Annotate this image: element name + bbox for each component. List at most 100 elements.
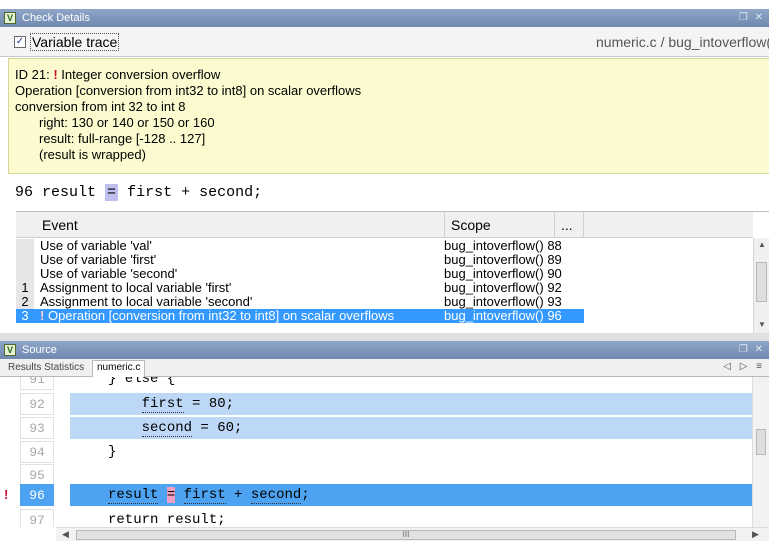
source-line-highlighted: 93 second = 60; — [0, 417, 769, 439]
source-line: 94 } — [0, 441, 769, 463]
source-line: 97 return result; — [0, 509, 769, 527]
scroll-down-icon[interactable]: ▼ — [758, 320, 766, 329]
message-operation: Operation [conversion from int32 to int8… — [15, 83, 362, 98]
scope-column-header[interactable]: Scope — [444, 212, 554, 238]
source-line: 95 — [0, 464, 769, 486]
message-wrapped: (result is wrapped) — [39, 147, 146, 162]
error-marker-icon[interactable]: ! — [4, 484, 8, 506]
source-line-current: ! 96 result = first + second; — [0, 484, 769, 506]
operator-highlight[interactable]: = — [166, 487, 176, 503]
line-code: second = 60; — [70, 417, 752, 439]
message-title: Integer conversion overflow — [61, 67, 221, 82]
row-scope: bug_intoverflow() 88 — [444, 238, 562, 253]
scroll-thumb[interactable] — [756, 262, 767, 302]
row-event-text: Operation [conversion from int32 to int8… — [47, 308, 395, 323]
row-number — [16, 253, 34, 267]
source-horizontal-scrollbar[interactable]: ◀ III ▶ — [56, 527, 769, 541]
file-path-label: numeric.c / bug_intoverflow( — [596, 34, 769, 50]
line-code: return result; — [108, 512, 226, 527]
source-title: Source — [22, 344, 57, 356]
check-details-panel-icon: V — [4, 12, 16, 24]
line-number: 93 — [20, 417, 54, 439]
row-scope: bug_intoverflow() 93 — [444, 294, 562, 309]
variable-second[interactable]: second — [141, 420, 193, 437]
check-details-title-bar: V Check Details ❐ ✕ — [0, 9, 769, 27]
message-id: ID 21: — [15, 67, 50, 82]
source-tab-bar: Results Statistics numeric.c ◁ ▷ ≡ — [0, 359, 769, 377]
line-number: 94 — [20, 441, 54, 463]
row-event: Use of variable 'val' — [40, 238, 152, 253]
check-details-window-controls[interactable]: ❐ ✕ — [739, 9, 765, 27]
row-scope: bug_intoverflow() 96 — [444, 308, 562, 323]
error-icon: ! — [40, 308, 45, 323]
message-conversion: conversion from int 32 to int 8 — [15, 99, 186, 114]
tab-numeric-c[interactable]: numeric.c — [92, 360, 146, 377]
source-line-highlighted: 92 first = 80; — [0, 393, 769, 415]
row-scope: bug_intoverflow() 89 — [444, 252, 562, 267]
table-row[interactable]: Use of variable 'first' bug_intoverflow(… — [16, 253, 584, 267]
variable-trace-checkbox[interactable]: ✓ — [14, 36, 26, 48]
source-window-controls[interactable]: ❐ ✕ — [739, 341, 765, 359]
tab-results-statistics[interactable]: Results Statistics — [8, 362, 84, 373]
message-right: right: 130 or 140 or 150 or 160 — [39, 115, 215, 130]
row-event: ! Operation [conversion from int32 to in… — [40, 309, 394, 323]
event-column-header[interactable]: Event — [42, 212, 78, 238]
row-event: Assignment to local variable 'first' — [40, 280, 232, 295]
variable-trace-label[interactable]: Variable trace — [30, 33, 120, 51]
line-number: 96 — [20, 484, 54, 506]
source-editor[interactable]: 91 } else { 92 first = 80; 93 second = 6… — [0, 377, 769, 527]
line-number: 91 — [20, 377, 54, 390]
event-table-header: Event Scope ... — [16, 212, 753, 238]
line-code: first = 80; — [70, 393, 752, 415]
row-scope: bug_intoverflow() 92 — [444, 280, 562, 295]
scroll-thumb[interactable] — [756, 429, 766, 455]
variable-trace-bar: ✓ Variable trace numeric.c / bug_intover… — [0, 27, 769, 57]
event-table: Event Scope ... Use of variable 'val' bu… — [16, 211, 769, 334]
variable-first[interactable]: first — [141, 396, 184, 413]
scroll-thumb[interactable]: III — [76, 530, 736, 540]
row-number — [16, 267, 34, 281]
code-operator-highlight: = — [105, 184, 119, 201]
row-event: Assignment to local variable 'second' — [40, 294, 253, 309]
variable-second[interactable]: second — [250, 487, 302, 504]
code-after: first + second; — [118, 184, 263, 201]
line-code: } else { — [108, 377, 176, 387]
row-number — [16, 239, 34, 253]
message-result: result: full-range [-128 .. 127] — [39, 131, 206, 146]
event-table-scrollbar[interactable]: ▲ ▼ — [753, 238, 769, 334]
check-details-title: Check Details — [22, 12, 90, 24]
check-message-box: ID 21: ! Integer conversion overflow Ope… — [8, 58, 769, 174]
line-number: 97 — [20, 509, 54, 527]
message-title-line: ID 21: ! Integer conversion overflow — [15, 67, 769, 83]
variable-result[interactable]: result — [108, 487, 159, 504]
table-row[interactable]: Use of variable 'second' bug_intoverflow… — [16, 267, 584, 281]
panel-splitter[interactable] — [0, 333, 769, 341]
more-column-header[interactable]: ... — [554, 212, 584, 238]
table-row[interactable]: 2 Assignment to local variable 'second' … — [16, 295, 584, 309]
line-number: 95 — [20, 464, 54, 486]
table-row[interactable]: 1 Assignment to local variable 'first' b… — [16, 281, 584, 295]
scroll-right-icon[interactable]: ▶ — [752, 529, 759, 540]
source-vertical-scrollbar[interactable] — [752, 377, 769, 527]
line-code: result = first + second; — [70, 484, 752, 506]
variable-first[interactable]: first — [183, 487, 226, 504]
scroll-up-icon[interactable]: ▲ — [758, 240, 766, 249]
tab-navigation-icons[interactable]: ◁ ▷ ≡ — [723, 361, 765, 372]
line-number: 92 — [20, 393, 54, 415]
source-line: 91 } else { — [0, 377, 769, 390]
error-icon: ! — [53, 67, 58, 82]
row-scope: bug_intoverflow() 90 — [444, 266, 562, 281]
line-code: } — [108, 444, 117, 460]
code-line-number: 96 — [15, 184, 34, 201]
source-title-bar: V Source ❐ ✕ — [0, 341, 769, 359]
row-number: 1 — [16, 281, 34, 295]
row-event: Use of variable 'first' — [40, 252, 157, 267]
table-row-selected[interactable]: 3 ! Operation [conversion from int32 to … — [16, 309, 584, 323]
code-before: result — [42, 184, 106, 201]
row-number: 2 — [16, 295, 34, 309]
row-event: Use of variable 'second' — [40, 266, 178, 281]
source-panel-icon: V — [4, 344, 16, 356]
table-row[interactable]: Use of variable 'val' bug_intoverflow() … — [16, 239, 584, 253]
scroll-left-icon[interactable]: ◀ — [62, 529, 69, 540]
